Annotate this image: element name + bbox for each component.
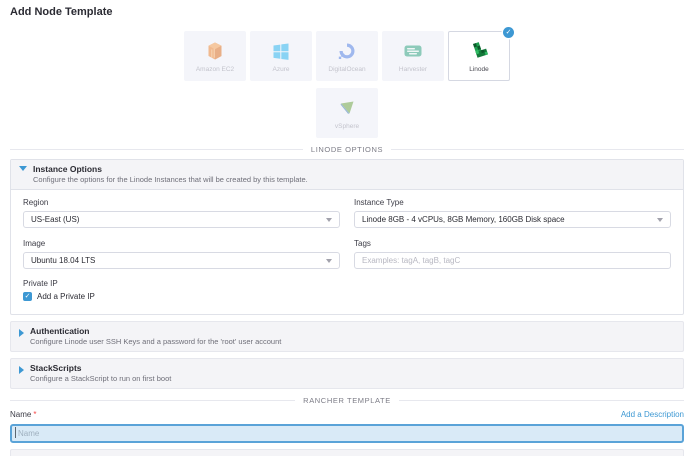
chevron-down-icon — [657, 218, 663, 222]
tags-label: Tags — [354, 239, 671, 248]
private-ip-checkbox[interactable]: ✓ — [23, 292, 32, 301]
provider-card-amazon-ec2[interactable]: Amazon EC2 — [184, 31, 246, 81]
instance-type-label: Instance Type — [354, 198, 671, 207]
instance-options-section: Instance Options Configure the options f… — [10, 159, 684, 315]
vsphere-icon — [337, 96, 357, 120]
name-label-text: Name — [10, 410, 31, 419]
image-select[interactable]: Ubuntu 18.04 LTS — [23, 252, 340, 269]
labels-section-header[interactable]: Labels Labels are key/value pairs that c… — [10, 449, 684, 456]
instance-options-header[interactable]: Instance Options Configure the options f… — [11, 160, 683, 190]
expand-caret-icon — [19, 366, 24, 374]
azure-icon — [271, 39, 291, 63]
provider-card-azure[interactable]: Azure — [250, 31, 312, 81]
private-ip-checkbox-label: Add a Private IP — [37, 292, 95, 301]
chevron-down-icon — [326, 218, 332, 222]
instance-type-select[interactable]: Linode 8GB - 4 vCPUs, 8GB Memory, 160GB … — [354, 211, 671, 228]
section-title: Authentication — [30, 326, 281, 336]
image-value: Ubuntu 18.04 LTS — [31, 256, 95, 265]
private-ip-label: Private IP — [23, 279, 671, 288]
harvester-icon — [403, 39, 423, 63]
region-value: US-East (US) — [31, 215, 79, 224]
add-node-template-page: Add Node Template Amazon EC2 — [0, 0, 694, 456]
rancher-template-heading: RANCHER TEMPLATE — [10, 396, 684, 405]
provider-cards-row-2: vSphere — [10, 88, 684, 138]
required-asterisk: * — [33, 410, 36, 419]
digitalocean-icon — [337, 39, 357, 63]
provider-card-vsphere[interactable]: vSphere — [316, 88, 378, 138]
section-title: Instance Options — [33, 164, 308, 174]
provider-card-label: DigitalOcean — [328, 66, 365, 73]
region-select[interactable]: US-East (US) — [23, 211, 340, 228]
stackscripts-section-header[interactable]: StackScripts Configure a StackScript to … — [10, 358, 684, 389]
amazon-ec2-icon — [205, 39, 225, 63]
page-title: Add Node Template — [10, 6, 684, 18]
instance-type-value: Linode 8GB - 4 vCPUs, 8GB Memory, 160GB … — [362, 215, 565, 224]
name-input[interactable] — [10, 424, 684, 443]
name-label: Name* — [10, 410, 36, 419]
provider-card-digitalocean[interactable]: DigitalOcean — [316, 31, 378, 81]
provider-card-harvester[interactable]: Harvester — [382, 31, 444, 81]
selected-check-icon: ✓ — [503, 27, 514, 38]
provider-card-label: Linode — [469, 66, 489, 73]
chevron-down-icon — [326, 259, 332, 263]
section-description: Configure the options for the Linode Ins… — [33, 175, 308, 184]
provider-card-label: Amazon EC2 — [196, 66, 234, 73]
region-label: Region — [23, 198, 340, 207]
section-title: StackScripts — [30, 363, 171, 373]
provider-card-linode[interactable]: ✓ Linode — [448, 31, 510, 81]
add-description-link[interactable]: Add a Description — [621, 410, 684, 419]
image-label: Image — [23, 239, 340, 248]
provider-card-label: Harvester — [399, 66, 427, 73]
name-input-wrap — [10, 423, 684, 443]
tags-input[interactable] — [354, 252, 671, 269]
collapse-caret-icon — [19, 166, 27, 171]
provider-cards-row-1: Amazon EC2 Azure DigitalO — [10, 31, 684, 81]
provider-card-label: vSphere — [335, 123, 359, 130]
expand-caret-icon — [19, 329, 24, 337]
linode-icon — [469, 39, 489, 63]
section-description: Configure a StackScript to run on first … — [30, 374, 171, 383]
linode-options-heading: LINODE OPTIONS — [10, 145, 684, 154]
instance-options-body: Region US-East (US) Instance Type Linode… — [11, 190, 683, 314]
provider-card-label: Azure — [273, 66, 290, 73]
section-description: Configure Linode user SSH Keys and a pas… — [30, 337, 281, 346]
text-cursor — [15, 427, 16, 438]
authentication-section-header[interactable]: Authentication Configure Linode user SSH… — [10, 321, 684, 352]
